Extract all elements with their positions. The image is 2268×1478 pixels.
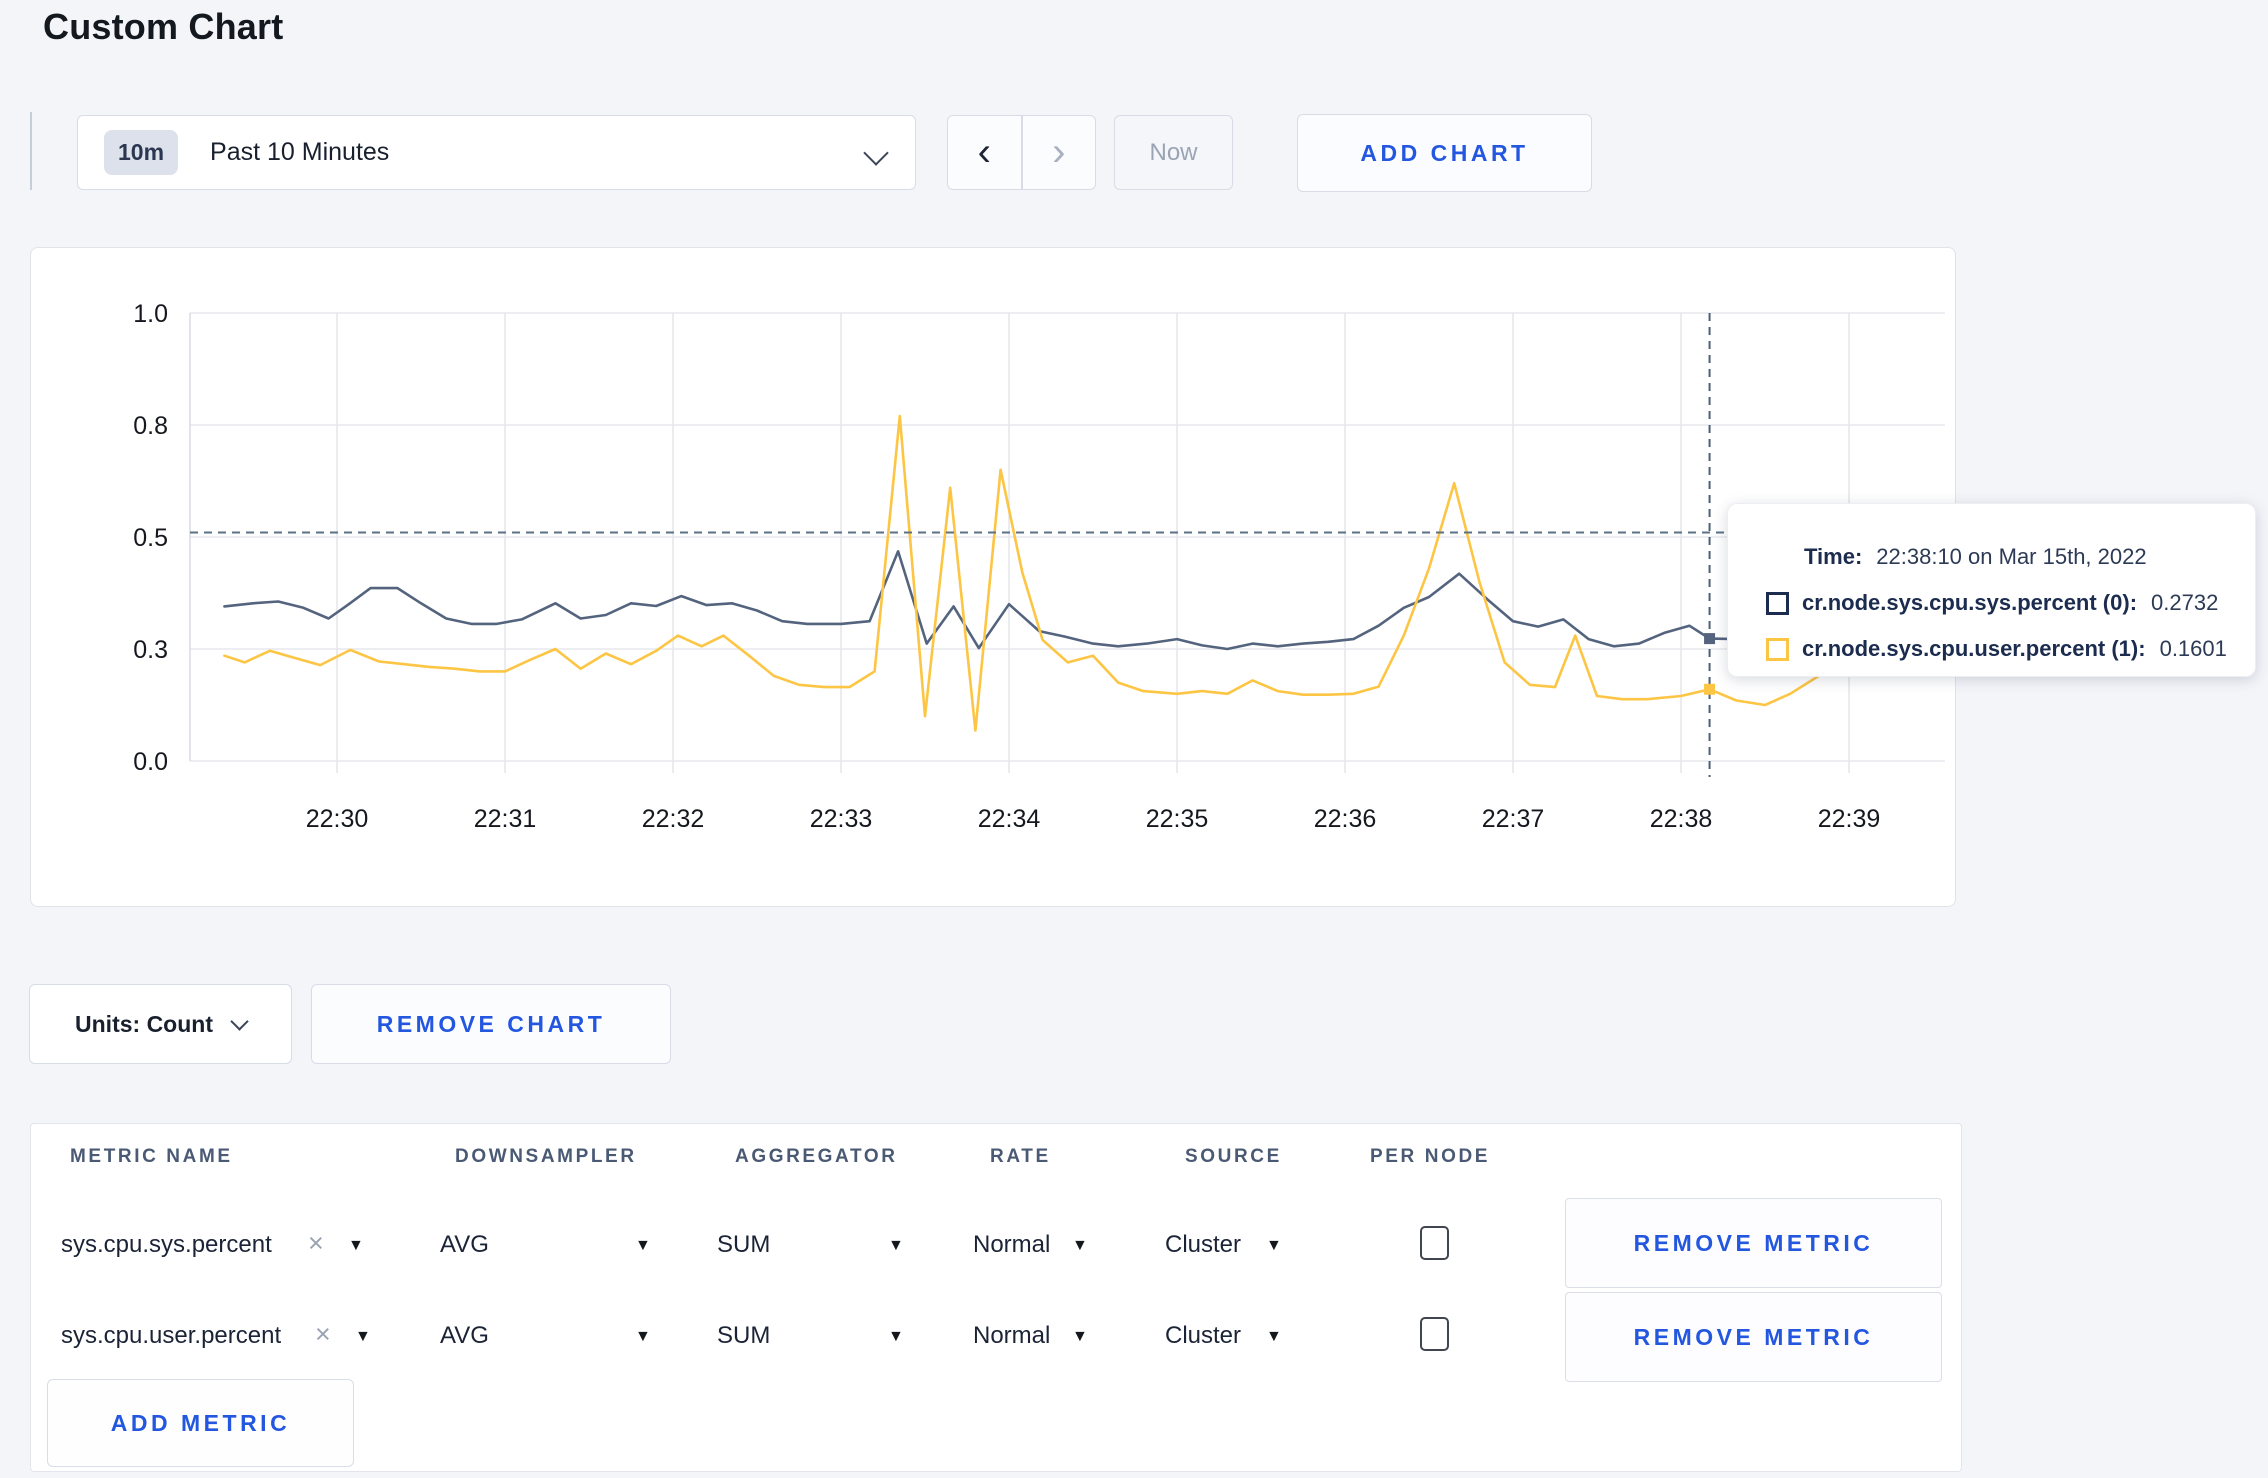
tooltip-time-value: 22:38:10 on Mar 15th, 2022 — [1876, 544, 2147, 569]
tooltip-series-label: cr.node.sys.cpu.sys.percent (0): — [1802, 590, 2138, 615]
x-axis-tick-label: 22:35 — [1146, 805, 1209, 833]
rate-caret-icon[interactable]: ▼ — [1072, 1328, 1088, 1346]
clear-metric-icon[interactable]: × — [308, 1228, 324, 1259]
remove-metric-button[interactable]: REMOVE METRIC — [1565, 1198, 1942, 1288]
y-axis-tick-label: 1.0 — [133, 300, 168, 328]
col-header-downsampler: DOWNSAMPLER — [455, 1146, 637, 1167]
series-sys-swatch-icon — [1766, 591, 1789, 615]
page-title: Custom Chart — [43, 6, 284, 47]
aggregator-caret-icon[interactable]: ▼ — [888, 1328, 904, 1346]
metric-name-value[interactable]: sys.cpu.sys.percent — [61, 1231, 272, 1259]
series-user-swatch-icon — [1766, 637, 1789, 661]
source-select[interactable]: Cluster — [1165, 1231, 1241, 1259]
y-axis-tick-label: 0.3 — [133, 636, 168, 664]
custom-chart-page: Custom Chart 10m Past 10 Minutes ‹ › Now… — [0, 0, 2268, 1478]
hover-marker — [1704, 683, 1716, 695]
time-range-label: Past 10 Minutes — [210, 138, 390, 166]
tooltip-series-value: 0.2732 — [2151, 590, 2219, 615]
chevron-right-icon: › — [1052, 130, 1066, 174]
chevron-left-icon: ‹ — [977, 130, 991, 174]
rate-select[interactable]: Normal — [973, 1231, 1050, 1259]
x-axis-tick-label: 22:39 — [1818, 805, 1881, 833]
y-axis-tick-label: 0.0 — [133, 748, 168, 776]
per-node-checkbox[interactable] — [1420, 1226, 1449, 1260]
time-range-badge: 10m — [104, 130, 179, 175]
now-button[interactable]: Now — [1114, 115, 1233, 190]
source-caret-icon[interactable]: ▼ — [1266, 1328, 1282, 1346]
timeseries-chart[interactable]: 0.0 0.3 0.5 0.8 1.0 22:30 22:31 22:32 22:33 22:34… — [30, 247, 1954, 905]
hover-marker — [1704, 633, 1716, 645]
series-line — [223, 549, 1921, 651]
per-node-checkbox[interactable] — [1420, 1317, 1449, 1351]
downsampler-caret-icon[interactable]: ▼ — [635, 1328, 651, 1346]
metric-name-value[interactable]: sys.cpu.user.percent — [61, 1322, 281, 1350]
units-label: Units: Count — [75, 1010, 213, 1037]
col-header-aggregator: AGGREGATOR — [735, 1146, 898, 1167]
rate-select[interactable]: Normal — [973, 1322, 1050, 1350]
metric-name-caret-icon[interactable]: ▼ — [348, 1237, 364, 1255]
col-header-source: SOURCE — [1185, 1146, 1282, 1167]
tooltip-time-label: Time: — [1804, 544, 1863, 569]
chevron-down-icon — [230, 1011, 249, 1031]
x-axis-tick-label: 22:38 — [1650, 805, 1713, 833]
rate-caret-icon[interactable]: ▼ — [1072, 1237, 1088, 1255]
aggregator-select[interactable]: SUM — [717, 1322, 770, 1350]
source-select[interactable]: Cluster — [1165, 1322, 1241, 1350]
tooltip-series-label: cr.node.sys.cpu.user.percent (1): — [1802, 636, 2146, 661]
downsampler-select[interactable]: AVG — [440, 1322, 489, 1350]
x-axis-tick-label: 22:37 — [1482, 805, 1545, 833]
add-metric-button[interactable]: ADD METRIC — [47, 1379, 354, 1467]
col-header-per-node: PER NODE — [1370, 1146, 1491, 1167]
x-axis-tick-label: 22:33 — [810, 805, 873, 833]
downsampler-caret-icon[interactable]: ▼ — [635, 1237, 651, 1255]
toolbar-left-divider — [30, 112, 32, 190]
chevron-down-icon — [863, 140, 889, 166]
chart-tooltip: Time: 22:38:10 on Mar 15th, 2022 cr.node… — [1727, 503, 2256, 677]
tooltip-series-value: 0.1601 — [2159, 636, 2227, 661]
step-back-button[interactable]: ‹ — [947, 115, 1022, 190]
col-header-rate: RATE — [990, 1146, 1051, 1167]
x-axis-tick-label: 22:31 — [474, 805, 537, 833]
step-forward-button[interactable]: › — [1021, 115, 1096, 190]
time-step-buttons: ‹ › — [947, 115, 1096, 190]
remove-chart-button[interactable]: REMOVE CHART — [311, 984, 671, 1064]
aggregator-caret-icon[interactable]: ▼ — [888, 1237, 904, 1255]
x-axis-tick-label: 22:30 — [306, 805, 369, 833]
x-axis-tick-label: 22:34 — [978, 805, 1041, 833]
aggregator-select[interactable]: SUM — [717, 1231, 770, 1259]
units-dropdown[interactable]: Units: Count — [29, 984, 292, 1064]
source-caret-icon[interactable]: ▼ — [1266, 1237, 1282, 1255]
clear-metric-icon[interactable]: × — [315, 1319, 331, 1350]
y-axis-tick-label: 0.8 — [133, 412, 168, 440]
series-line — [223, 414, 1921, 732]
x-axis-tick-label: 22:36 — [1314, 805, 1377, 833]
metric-name-caret-icon[interactable]: ▼ — [355, 1328, 371, 1346]
add-chart-button[interactable]: ADD CHART — [1297, 114, 1592, 192]
remove-metric-button[interactable]: REMOVE METRIC — [1565, 1292, 1942, 1382]
col-header-metric-name: METRIC NAME — [70, 1146, 233, 1167]
time-range-dropdown[interactable]: 10m Past 10 Minutes — [77, 115, 916, 190]
downsampler-select[interactable]: AVG — [440, 1231, 489, 1259]
y-axis-tick-label: 0.5 — [133, 524, 168, 552]
x-axis-tick-label: 22:32 — [642, 805, 705, 833]
